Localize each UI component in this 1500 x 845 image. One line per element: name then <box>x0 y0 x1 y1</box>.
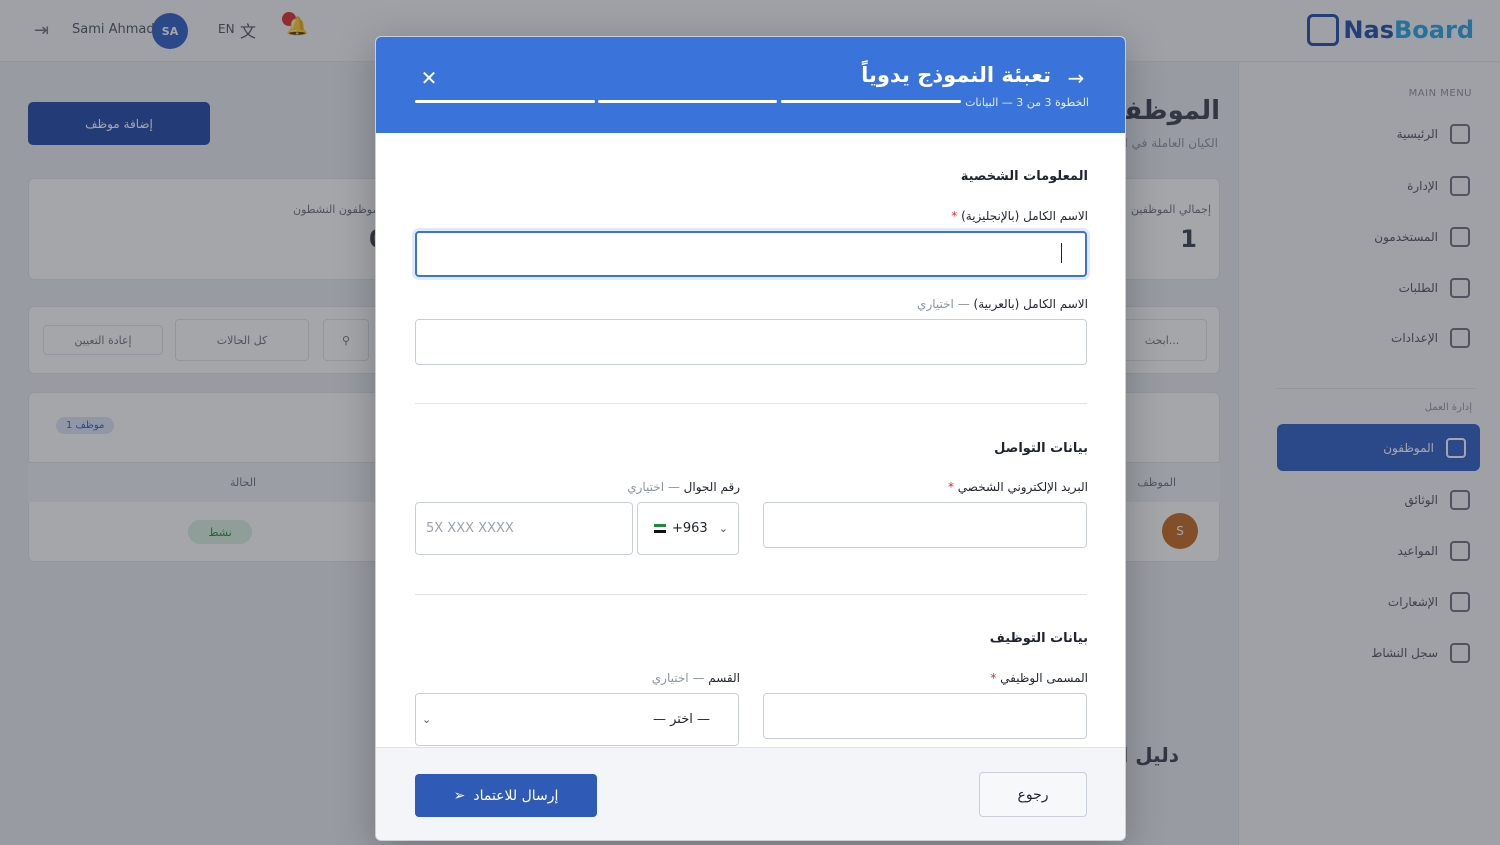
job-title-label: المسمى الوظيفي * <box>990 671 1088 685</box>
country-code-select[interactable]: +963 ⌄ <box>637 502 739 555</box>
modal-header: ✕ تعبئة النموذج يدوياً → الخطوة 3 من 3 —… <box>376 37 1125 133</box>
section-personal-title: المعلومات الشخصية <box>960 169 1088 184</box>
email-field[interactable] <box>763 502 1087 548</box>
section-divider <box>415 403 1087 404</box>
section-divider <box>415 594 1087 595</box>
section-contact-title: بيانات التواصل <box>994 441 1088 456</box>
progress-step-2 <box>598 100 777 103</box>
email-label: البريد الإلكتروني الشخصي * <box>947 480 1088 494</box>
department-selected-value: — اختر — <box>652 712 710 727</box>
syria-flag-icon <box>654 524 666 533</box>
country-code-value: +963 <box>654 521 708 536</box>
modal-footer: إرسال للاعتماد ➢ رجوع <box>376 747 1125 840</box>
name-en-input[interactable] <box>415 231 1087 277</box>
name-en-label: الاسم الكامل (بالإنجليزية) * <box>951 209 1088 223</box>
phone-label: رقم الجوال — اختياري <box>627 480 740 494</box>
modal-body: المعلومات الشخصية الاسم الكامل (بالإنجلي… <box>376 133 1125 747</box>
text-caret <box>1061 243 1062 263</box>
department-select[interactable]: ⌄ — اختر — <box>415 693 739 746</box>
progress-step-1 <box>415 100 595 103</box>
manual-form-modal: ✕ تعبئة النموذج يدوياً → الخطوة 3 من 3 —… <box>375 36 1126 841</box>
submit-label: إرسال للاعتماد <box>473 787 559 804</box>
close-icon[interactable]: ✕ <box>416 65 442 91</box>
send-icon: ➢ <box>453 787 466 804</box>
name-ar-input[interactable] <box>415 319 1087 365</box>
modal-title: تعبئة النموذج يدوياً <box>861 63 1051 87</box>
arrow-right-icon[interactable]: → <box>1063 65 1089 91</box>
section-employment-title: بيانات التوظيف <box>989 631 1088 646</box>
submit-for-approval-button[interactable]: إرسال للاعتماد ➢ <box>415 774 597 817</box>
name-ar-label: الاسم الكامل (بالعربية) — اختياري <box>917 297 1088 311</box>
department-label: القسم — اختياري <box>651 671 740 685</box>
step-indicator: الخطوة 3 من 3 — البيانات <box>965 96 1089 109</box>
progress-step-3 <box>781 100 961 103</box>
phone-input[interactable] <box>415 502 633 555</box>
back-button[interactable]: رجوع <box>979 772 1087 817</box>
chevron-down-icon: ⌄ <box>718 522 728 535</box>
chevron-down-icon: ⌄ <box>422 713 432 726</box>
job-title-input[interactable] <box>763 693 1087 739</box>
